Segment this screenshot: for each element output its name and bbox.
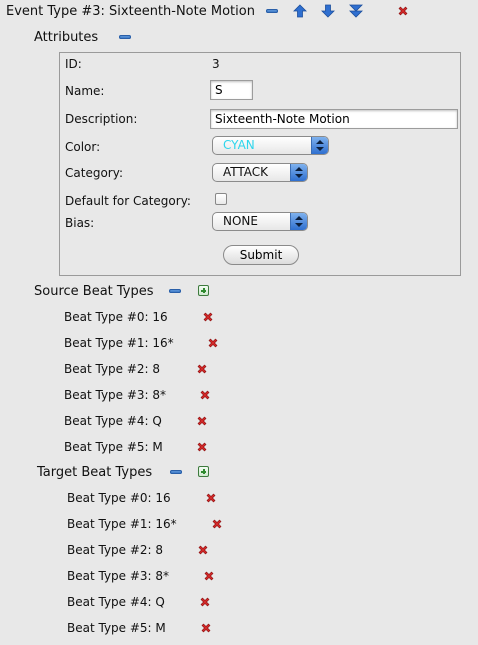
delete-event-icon[interactable] bbox=[397, 5, 409, 17]
delete-beat-icon[interactable] bbox=[196, 441, 208, 453]
source-beat-type-item: Beat Type #5: M bbox=[64, 440, 163, 454]
attributes-label: Attributes bbox=[34, 30, 99, 45]
color-select-value: CYAN bbox=[223, 138, 255, 152]
submit-button[interactable]: Submit bbox=[223, 245, 299, 265]
color-select[interactable]: CYAN bbox=[212, 136, 329, 155]
source-beat-type-item: Beat Type #2: 8 bbox=[64, 362, 161, 376]
delete-beat-icon[interactable] bbox=[202, 311, 214, 323]
target-beat-type-item: Beat Type #4: Q bbox=[67, 595, 165, 609]
category-select-value: ATTACK bbox=[223, 165, 269, 179]
delete-beat-icon[interactable] bbox=[199, 389, 211, 401]
bias-label: Bias: bbox=[65, 216, 95, 230]
chevron-updown-icon bbox=[290, 213, 307, 230]
chevron-updown-icon bbox=[290, 164, 307, 181]
category-label: Category: bbox=[65, 166, 123, 180]
id-value: 3 bbox=[212, 57, 220, 71]
name-label: Name: bbox=[65, 84, 105, 98]
bias-select-value: NONE bbox=[223, 214, 258, 228]
bias-select[interactable]: NONE bbox=[212, 212, 308, 231]
category-select[interactable]: ATTACK bbox=[212, 163, 308, 182]
move-down-icon[interactable] bbox=[321, 4, 335, 21]
source-beat-type-item: Beat Type #3: 8* bbox=[64, 388, 167, 402]
delete-beat-icon[interactable] bbox=[197, 544, 209, 556]
move-up-icon[interactable] bbox=[293, 4, 307, 21]
source-beat-types-label: Source Beat Types bbox=[34, 284, 154, 299]
move-to-bottom-icon[interactable] bbox=[349, 4, 363, 21]
delete-beat-icon[interactable] bbox=[200, 622, 212, 634]
collapse-source-icon[interactable] bbox=[169, 289, 181, 293]
chevron-updown-icon bbox=[311, 137, 328, 154]
delete-beat-icon[interactable] bbox=[211, 518, 223, 530]
delete-beat-icon[interactable] bbox=[199, 596, 211, 608]
target-beat-type-item: Beat Type #3: 8* bbox=[67, 569, 170, 583]
source-beat-type-item: Beat Type #1: 16* bbox=[64, 336, 174, 350]
target-beat-type-item: Beat Type #5: M bbox=[67, 621, 166, 635]
source-beat-type-item: Beat Type #4: Q bbox=[64, 414, 162, 428]
target-beat-type-item: Beat Type #1: 16* bbox=[67, 517, 177, 531]
collapse-attributes-icon[interactable] bbox=[119, 35, 131, 39]
target-beat-type-item: Beat Type #2: 8 bbox=[67, 543, 164, 557]
delete-beat-icon[interactable] bbox=[205, 492, 217, 504]
add-source-beat-icon[interactable] bbox=[198, 285, 209, 296]
source-beat-type-item: Beat Type #0: 16 bbox=[64, 310, 168, 324]
color-label: Color: bbox=[65, 140, 101, 154]
target-beat-type-item: Beat Type #0: 16 bbox=[67, 491, 171, 505]
event-type-title: Event Type #3: Sixteenth-Note Motion bbox=[6, 4, 255, 19]
collapse-event-icon[interactable] bbox=[266, 9, 278, 13]
collapse-target-icon[interactable] bbox=[170, 470, 182, 474]
target-beat-types-label: Target Beat Types bbox=[37, 465, 153, 480]
delete-beat-icon[interactable] bbox=[203, 570, 215, 582]
delete-beat-icon[interactable] bbox=[196, 363, 208, 375]
description-field[interactable] bbox=[210, 109, 458, 129]
default-for-category-checkbox[interactable] bbox=[215, 193, 227, 205]
id-label: ID: bbox=[65, 57, 82, 71]
delete-beat-icon[interactable] bbox=[207, 337, 219, 349]
name-field[interactable] bbox=[210, 80, 253, 100]
delete-beat-icon[interactable] bbox=[196, 415, 208, 427]
default-for-category-label: Default for Category: bbox=[65, 194, 191, 208]
description-label: Description: bbox=[65, 112, 138, 126]
add-target-beat-icon[interactable] bbox=[198, 466, 209, 477]
